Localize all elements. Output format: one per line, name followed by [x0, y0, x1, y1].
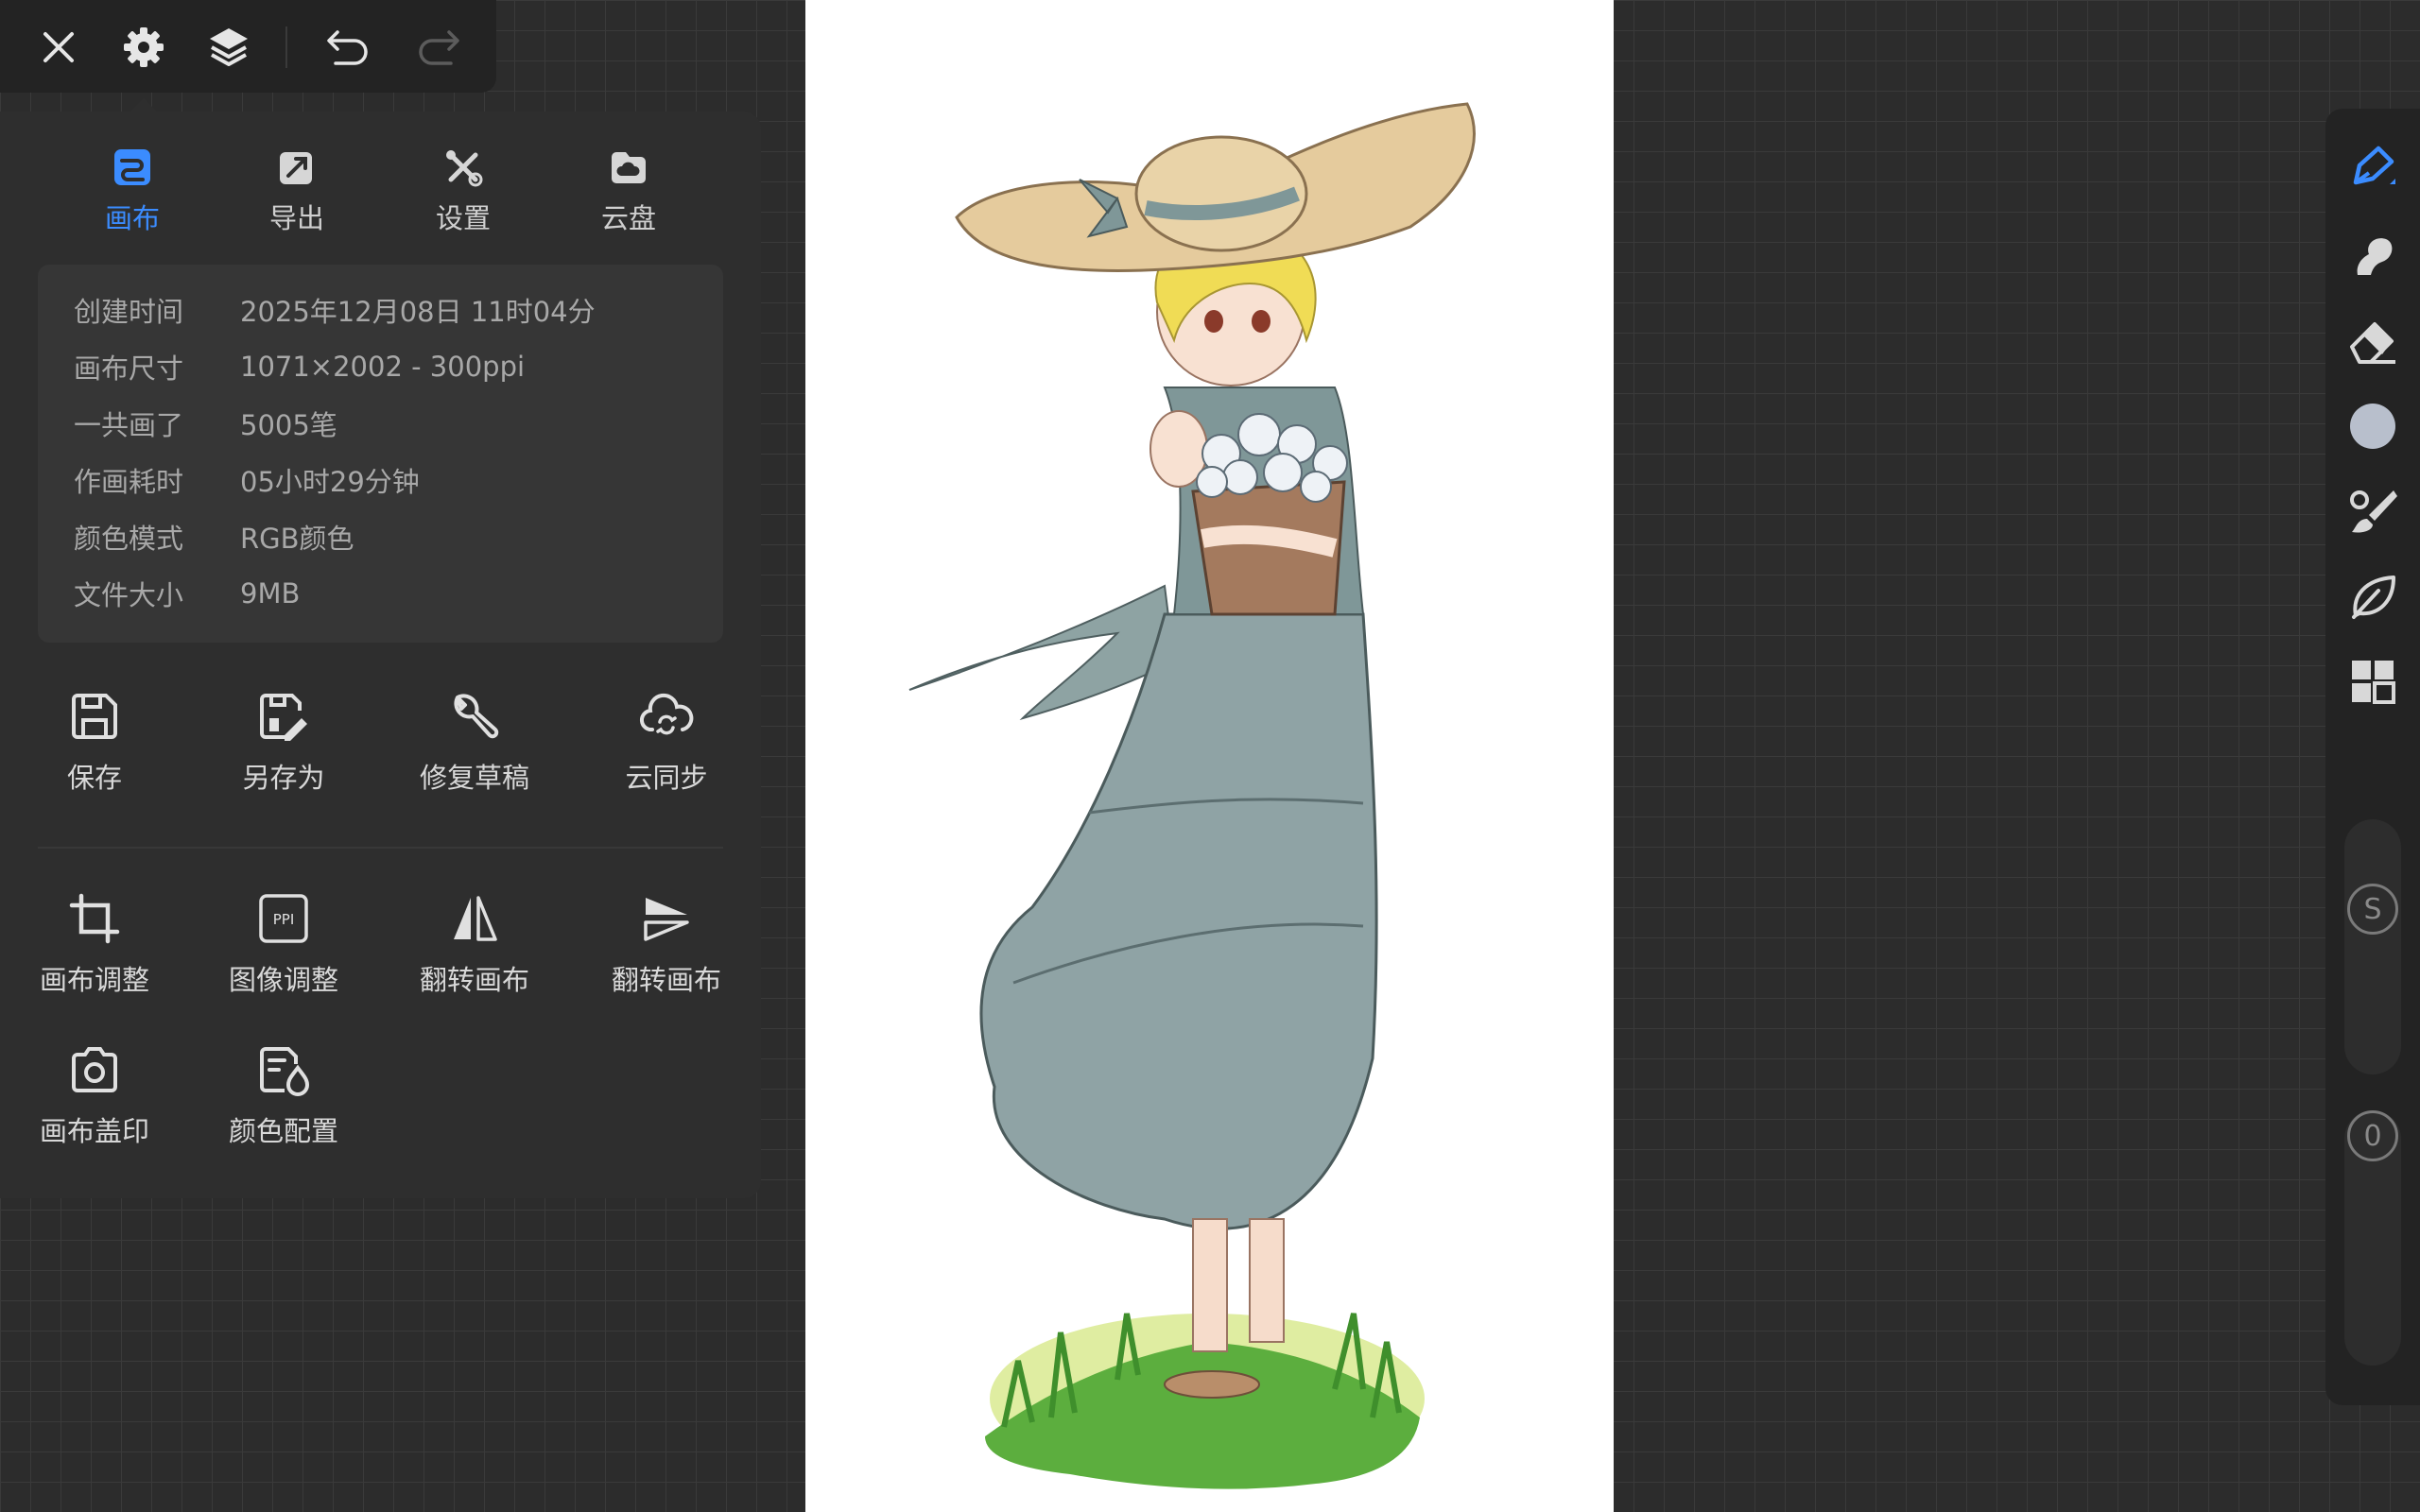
brush-settings-icon [2350, 490, 2397, 533]
menu-tabs: 画布 导出 设置 云盘 [0, 112, 761, 253]
undo-button[interactable] [321, 21, 374, 74]
color-config-icon [260, 1047, 310, 1096]
ppi-badge-text: PPI [273, 911, 295, 928]
info-row-file-size: 文件大小 9MB [74, 575, 300, 612]
tools-icon [446, 150, 483, 187]
gear-icon [124, 27, 164, 67]
section-divider [38, 847, 723, 849]
cloud-sync-icon [640, 693, 694, 735]
canvas-adjust-button[interactable]: 画布调整 [0, 892, 189, 998]
redo-icon [419, 30, 459, 65]
action-label: 保存 [66, 762, 122, 794]
info-row-size: 画布尺寸 1071×2002 - 300ppi [74, 348, 525, 386]
gallery-button[interactable] [2342, 651, 2403, 712]
info-value: 5005笔 [240, 409, 337, 441]
color-swatch-button[interactable] [2342, 396, 2403, 456]
canvas-icon [114, 149, 150, 185]
tab-label: 画布 [104, 202, 160, 234]
info-key: 画布尺寸 [74, 352, 184, 385]
info-value: 9MB [240, 577, 301, 610]
redo-button[interactable] [412, 21, 465, 74]
top-toolbar [0, 0, 496, 93]
brush-settings-button[interactable] [2342, 481, 2403, 541]
action-label: 翻转画布 [419, 964, 529, 996]
flip-horizontal-button[interactable]: 翻转画布 [380, 892, 569, 998]
info-value: 2025年12月08日 11时04分 [240, 296, 596, 328]
canvas-stamp-button[interactable]: 画布盖印 [0, 1043, 189, 1149]
right-tool-bar: S 0 [2325, 109, 2420, 1405]
action-label: 修复草稿 [419, 762, 529, 794]
layers-icon [210, 28, 248, 66]
image-adjust-button[interactable]: PPI 图像调整 [189, 892, 378, 998]
action-label: 画布盖印 [39, 1115, 149, 1147]
save-button[interactable]: 保存 [0, 690, 189, 796]
brush-size-slider[interactable] [2344, 819, 2401, 1074]
brush-size-knob[interactable]: S [2347, 884, 2398, 935]
brush-icon [2353, 146, 2395, 185]
flip-horizontal-icon [454, 896, 497, 941]
action-label: 画布调整 [39, 964, 149, 996]
tab-label: 导出 [268, 202, 324, 234]
cloud-sync-button[interactable]: 云同步 [572, 690, 761, 796]
color-swatch-icon [2350, 404, 2395, 449]
close-button[interactable] [32, 21, 85, 74]
save-as-button[interactable]: 另存为 [189, 690, 378, 796]
popover-caret [130, 98, 157, 112]
wrench-icon [454, 694, 499, 739]
drawing-canvas[interactable] [805, 0, 1614, 1512]
action-label: 云同步 [625, 762, 708, 794]
opacity-knob[interactable]: 0 [2347, 1110, 2398, 1161]
flip-vertical-icon [644, 898, 689, 941]
color-config-button[interactable]: 颜色配置 [189, 1043, 378, 1149]
info-key: 颜色模式 [74, 523, 184, 555]
eraser-tool[interactable] [2342, 311, 2403, 371]
action-label: 另存为 [242, 762, 325, 794]
artwork-illustration [908, 102, 1476, 1489]
smudge-tool[interactable] [2342, 226, 2403, 286]
info-value: 1071×2002 - 300ppi [240, 351, 526, 383]
info-row-strokes: 一共画了 5005笔 [74, 404, 337, 442]
canvas-info-box: 创建时间 2025年12月08日 11时04分 画布尺寸 1071×2002 -… [38, 265, 723, 643]
flip-vertical-button[interactable]: 翻转画布 [572, 892, 761, 998]
crop-icon [69, 893, 120, 944]
close-icon [43, 32, 74, 62]
camera-icon [72, 1047, 117, 1092]
tab-settings[interactable]: 设置 [392, 147, 534, 236]
smudge-icon [2357, 238, 2393, 275]
info-key: 文件大小 [74, 579, 184, 611]
info-value: 05小时29分钟 [240, 466, 420, 498]
save-as-icon [260, 694, 307, 741]
toolbar-separator [285, 26, 287, 68]
export-icon [280, 152, 312, 184]
info-key: 一共画了 [74, 409, 184, 441]
info-row-duration: 作画耗时 05小时29分钟 [74, 461, 420, 499]
brush-tool[interactable] [2342, 137, 2403, 198]
info-value: RGB颜色 [240, 523, 354, 555]
eraser-icon [2350, 322, 2395, 364]
tab-canvas[interactable]: 画布 [61, 147, 203, 236]
leaf-icon [2352, 576, 2395, 619]
save-icon [72, 694, 117, 739]
tab-label: 云盘 [600, 202, 656, 234]
settings-button[interactable] [117, 21, 170, 74]
action-label: 颜色配置 [228, 1115, 338, 1147]
layers-button[interactable] [202, 21, 255, 74]
tab-cloud-drive[interactable]: 云盘 [558, 147, 700, 236]
action-label: 图像调整 [228, 964, 338, 996]
info-key: 作画耗时 [74, 466, 184, 498]
info-key: 创建时间 [74, 296, 184, 328]
cloud-drive-icon [612, 152, 646, 183]
grid-icon [2352, 661, 2395, 704]
ppi-icon: PPI [259, 894, 308, 943]
undo-icon [327, 30, 368, 65]
canvas-menu-panel: 画布 导出 设置 云盘 创建时间 2025年12月08日 11时04分 画布尺寸… [0, 112, 761, 1198]
tab-export[interactable]: 导出 [226, 147, 368, 236]
info-row-created: 创建时间 2025年12月08日 11时04分 [74, 291, 596, 329]
info-row-color-mode: 颜色模式 RGB颜色 [74, 518, 354, 556]
tab-label: 设置 [435, 202, 491, 234]
action-label: 翻转画布 [611, 964, 721, 996]
leaf-tool[interactable] [2342, 566, 2403, 627]
repair-draft-button[interactable]: 修复草稿 [380, 690, 569, 796]
